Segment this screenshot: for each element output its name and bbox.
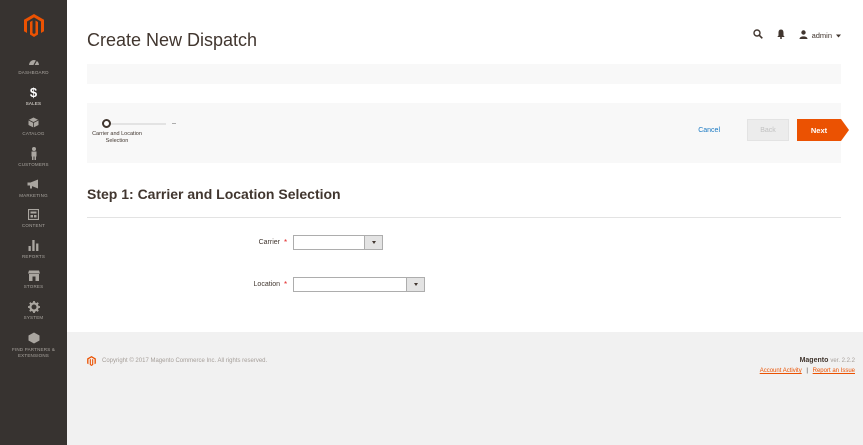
sidebar-item-system[interactable]: System [0,295,67,326]
copyright: Copyright © 2017 Magento Commerce Inc. A… [87,356,267,366]
required-asterisk: * [284,280,288,289]
location-select[interactable] [293,277,426,292]
sidebar-item-label: Marketing [19,192,48,198]
carrier-select[interactable] [293,235,384,250]
sidebar-item-customers[interactable]: Customers [0,142,67,173]
partners-icon [28,332,40,345]
sidebar-item-label: Catalog [22,131,45,137]
content-icon [28,208,39,221]
required-asterisk: * [284,238,288,247]
sidebar-item-label: Customers [18,162,49,168]
wizard-step-label: Carrier and Location Selection [92,131,142,144]
megaphone-icon [27,178,40,191]
user-icon [799,29,808,41]
customer-icon [30,147,38,161]
sidebar-item-label: Stores [23,284,44,290]
page-footer: Copyright © 2017 Magento Commerce Inc. A… [67,332,863,445]
wizard-nav: Carrier and Location Selection Cancel Ba… [87,103,849,163]
copyright-text: Copyright © 2017 Magento Commerce Inc. A… [102,358,268,364]
chevron-down-icon [364,236,383,249]
back-button[interactable]: Back [747,119,789,141]
sidebar-item-find-partners[interactable]: Find Partners & Extensions [0,325,67,365]
magento-logo-icon [23,13,44,37]
sidebar-item-label: Content [21,223,46,229]
location-label: Location [253,281,280,288]
magento-logo[interactable] [0,0,67,50]
sidebar-item-stores[interactable]: Stores [0,264,67,295]
admin-username: admin [811,30,832,40]
carrier-field: Carrier * [228,235,384,250]
version-number: ver. 2.2.2 [830,358,855,364]
sidebar-item-catalog[interactable]: Catalog [0,111,67,142]
sidebar-item-label: Find Partners & Extensions [11,346,56,358]
footer-links: Account Activity | Report an Issue [760,368,855,374]
sidebar-item-label: Dashboard [18,70,49,76]
wizard-step-progress-line [111,122,166,125]
version-info: Magento ver. 2.2.2 Account Activity | Re… [760,357,855,374]
store-icon [27,269,40,282]
dashboard-icon [28,55,40,68]
sidebar-item-label: Sales [25,100,42,106]
search-icon[interactable] [752,26,763,44]
wizard-step-next-marker [172,123,176,124]
wizard-buttons: Cancel Back Next [698,119,849,141]
link-separator: | [806,368,808,374]
sidebar-item-marketing[interactable]: Marketing [0,172,67,203]
section-divider [87,217,841,218]
catalog-cube-icon [28,116,39,129]
dollar-icon: $ [29,84,38,100]
notification-bell-icon[interactable] [776,26,785,44]
sidebar-item-label: System [23,315,44,321]
sidebar-item-sales[interactable]: $ Sales [0,81,67,112]
carrier-label: Carrier [258,239,280,246]
gear-icon [27,300,40,313]
header-actions: admin [752,26,841,44]
step-heading: Step 1: Carrier and Location Selection [87,186,341,202]
sidebar-item-dashboard[interactable]: Dashboard [0,50,67,81]
page-title: Create New Dispatch [87,30,258,50]
admin-sidebar: Dashboard $ Sales Catalog Customers Mark… [0,0,67,445]
location-field: Location * [228,277,426,292]
chevron-down-icon [406,278,425,291]
magento-footer-logo-icon [87,356,96,366]
account-activity-link[interactable]: Account Activity [760,368,802,374]
page-header: Create New Dispatch admin [67,0,863,60]
cancel-button[interactable]: Cancel [698,127,720,134]
admin-user-menu[interactable]: admin [799,29,841,41]
report-issue-link[interactable]: Report an Issue [813,368,855,374]
bar-chart-icon [28,239,39,252]
next-button[interactable]: Next [797,119,849,141]
main-content: Create New Dispatch admin Carrier and Lo… [67,0,863,445]
chevron-down-icon [836,31,841,40]
magento-brand: Magento [799,357,829,364]
sidebar-item-content[interactable]: Content [0,203,67,234]
sidebar-item-reports[interactable]: Reports [0,234,67,265]
wizard-step-current-dot[interactable] [102,119,111,128]
wizard-step-track [102,119,176,128]
sidebar-item-label: Reports [21,253,46,259]
page-actions-bar [87,64,841,84]
